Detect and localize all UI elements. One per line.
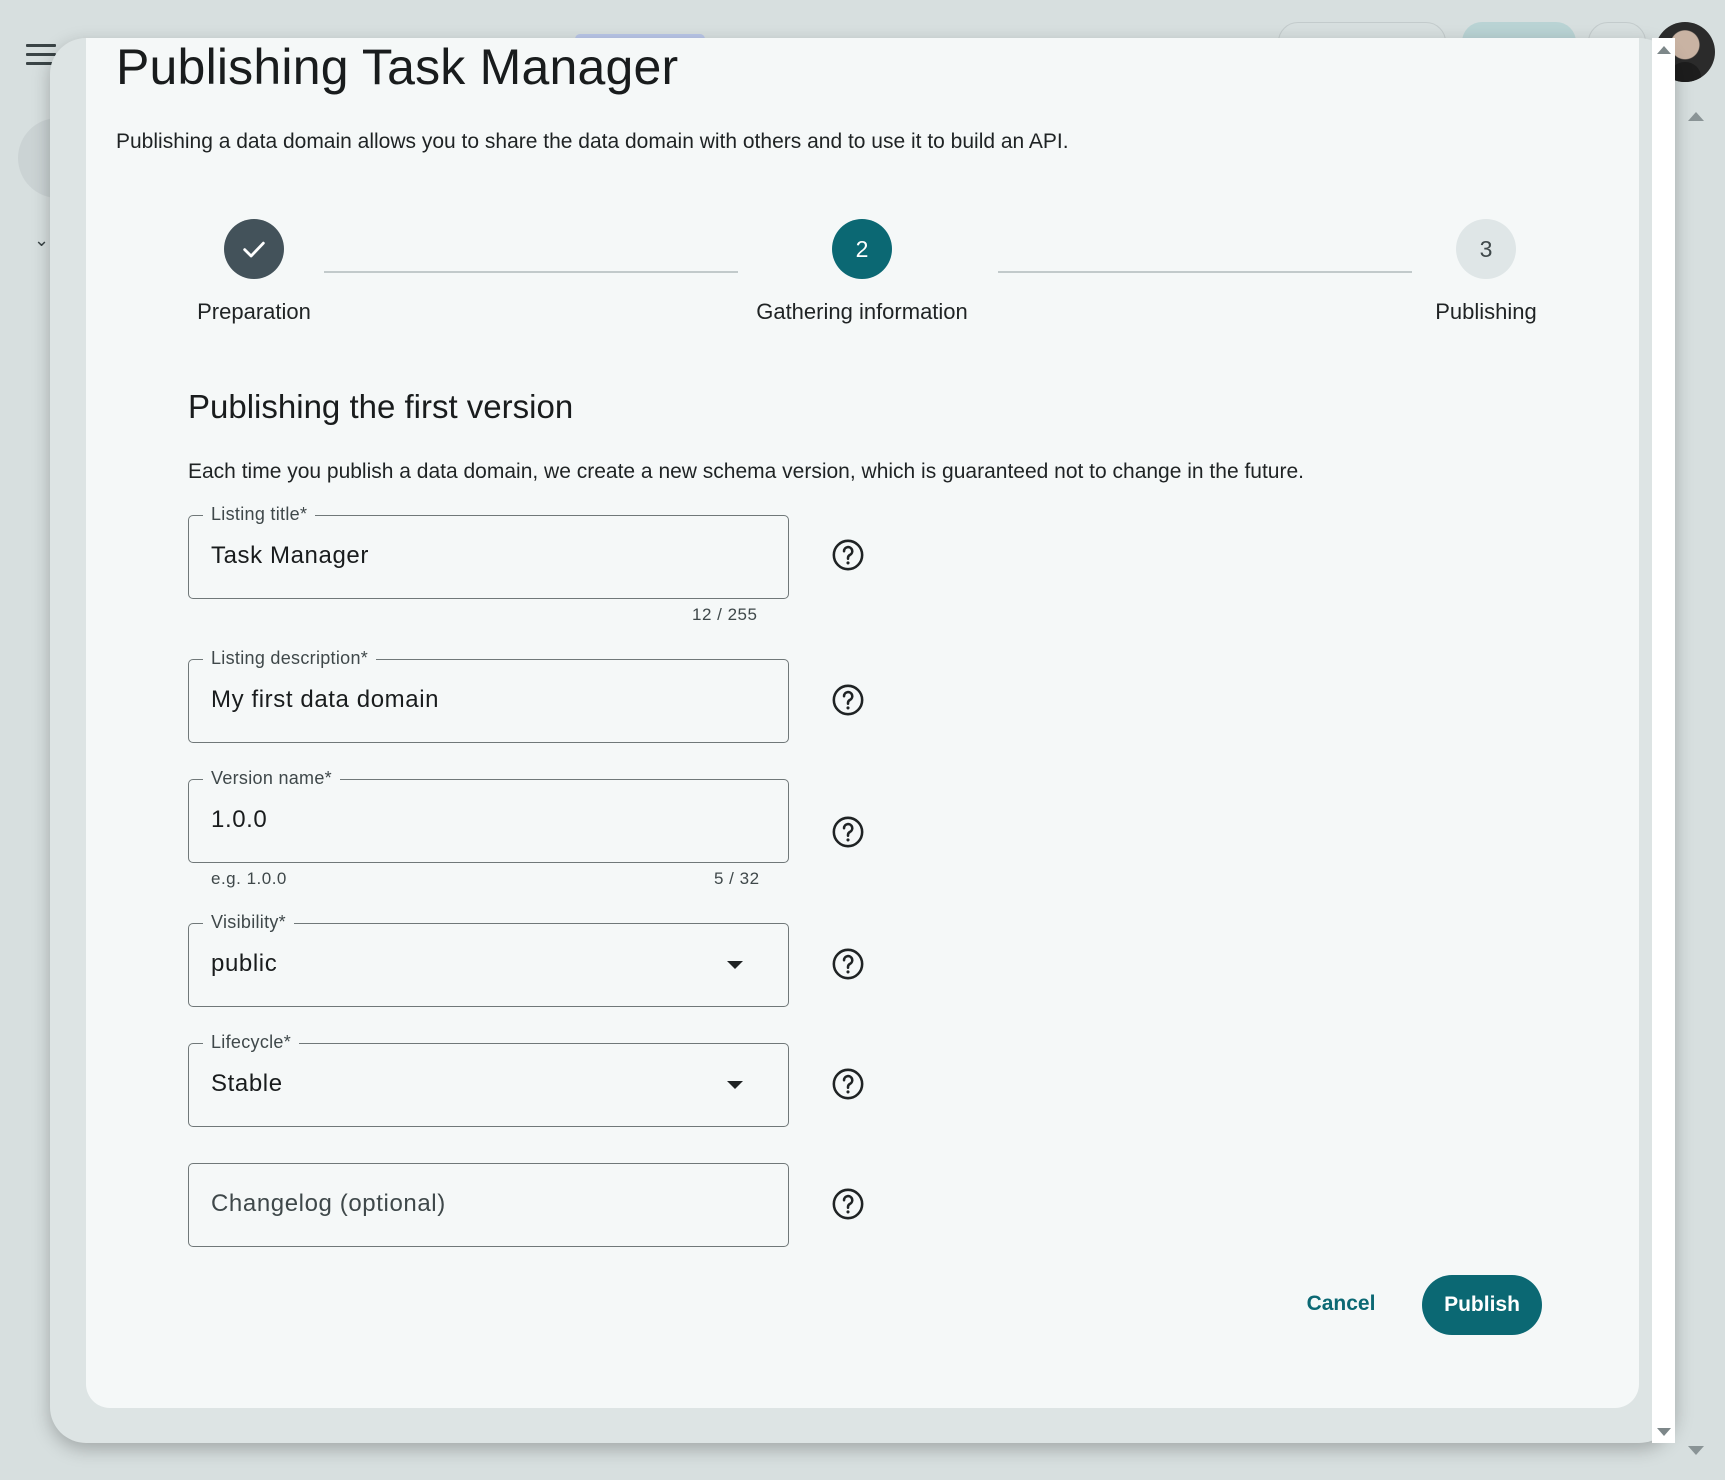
step-label: Publishing <box>1435 299 1537 324</box>
step-label: Gathering information <box>756 299 968 324</box>
dialog-scrollbar[interactable] <box>1652 38 1675 1443</box>
lifecycle-select[interactable]: Lifecycle* Stable <box>188 1032 789 1127</box>
stepper-connector <box>324 271 738 273</box>
field-label: Version name* <box>203 768 340 789</box>
step-number: 2 <box>832 219 892 279</box>
character-counter: 5 / 32 <box>714 869 760 888</box>
listing-title-field[interactable]: Listing title* Task Manager <box>188 504 789 599</box>
step-number: 3 <box>1456 219 1516 279</box>
field-value: 1.0.0 <box>211 806 268 833</box>
field-label: Lifecycle* <box>203 1032 300 1053</box>
selected-value: public <box>211 950 278 977</box>
dropdown-arrow-icon[interactable] <box>727 1081 743 1089</box>
page-scroll-down-icon[interactable] <box>1688 1446 1704 1455</box>
changelog-field[interactable]: Changelog (optional) <box>188 1163 789 1247</box>
step-publishing[interactable]: 3 Publishing <box>1426 219 1546 325</box>
stepper-connector <box>998 271 1412 273</box>
listing-description-field[interactable]: Listing description* My first data domai… <box>188 648 789 743</box>
help-icon[interactable] <box>831 683 865 717</box>
publish-button[interactable]: Publish <box>1422 1275 1542 1335</box>
step-preparation[interactable]: Preparation <box>186 219 322 325</box>
check-icon <box>243 241 265 258</box>
visibility-select[interactable]: Visibility* public <box>188 912 789 1007</box>
step-label: Preparation <box>197 299 311 324</box>
field-hint: e.g. 1.0.0 <box>211 869 287 888</box>
field-value: Task Manager <box>211 542 369 569</box>
character-counter: 12 / 255 <box>692 605 758 624</box>
dialog-title: Publishing Task Manager <box>116 39 679 95</box>
scroll-down-icon[interactable] <box>1657 1428 1671 1436</box>
help-icon[interactable] <box>831 815 865 849</box>
step-gathering-information[interactable]: 2 Gathering information <box>746 219 978 325</box>
cancel-button[interactable]: Cancel <box>1286 1275 1396 1333</box>
help-icon[interactable] <box>831 538 865 572</box>
help-icon[interactable] <box>831 947 865 981</box>
dialog-subtitle: Publishing a data domain allows you to s… <box>116 130 1069 153</box>
field-label: Listing description* <box>203 648 377 669</box>
publish-dialog: Publishing Task Manager Publishing a dat… <box>86 38 1639 1408</box>
section-description: Each time you publish a data domain, we … <box>188 460 1304 483</box>
section-title: Publishing the first version <box>188 388 574 425</box>
dropdown-arrow-icon[interactable] <box>727 961 743 969</box>
step-completed-indicator <box>224 219 284 279</box>
field-label: Listing title* <box>203 504 316 525</box>
chevron-down-icon: ⌄ <box>34 230 50 250</box>
field-value: My first data domain <box>211 686 440 713</box>
version-name-field[interactable]: Version name* 1.0.0 <box>188 768 789 863</box>
scroll-up-icon[interactable] <box>1657 46 1671 54</box>
page-scroll-up-icon[interactable] <box>1688 112 1704 121</box>
help-icon[interactable] <box>831 1187 865 1221</box>
selected-value: Stable <box>211 1070 283 1097</box>
field-label: Visibility* <box>203 912 294 933</box>
help-icon[interactable] <box>831 1067 865 1101</box>
field-placeholder: Changelog (optional) <box>211 1190 446 1217</box>
